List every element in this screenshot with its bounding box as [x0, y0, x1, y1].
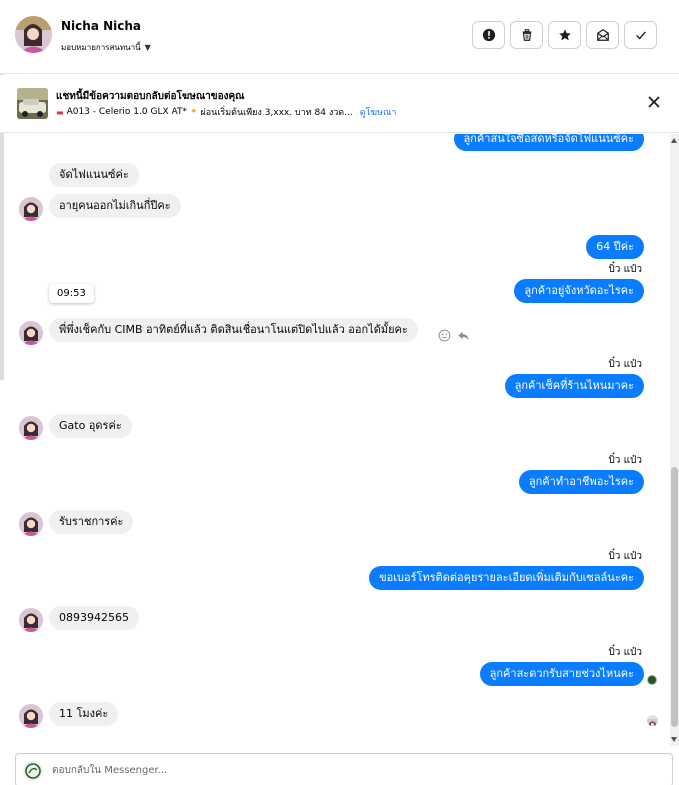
- thread-scrollbar[interactable]: [670, 134, 679, 746]
- caret-down-icon: ▼: [144, 43, 151, 52]
- ad-reply-banner: แชทนี้มีข้อความตอบกลับต่อโฆษณาของคุณ ▬ A…: [0, 75, 679, 133]
- conversation-header: Nicha Nicha มอบหมายการสนทนานี้ ▼: [0, 0, 679, 74]
- done-check-icon: [635, 31, 646, 40]
- report-icon: [482, 28, 495, 42]
- contact-avatar-small: [19, 608, 43, 632]
- page-profile-icon: [23, 761, 43, 781]
- timestamp-tooltip: 09:53: [49, 284, 94, 303]
- assign-label: มอบหมายการสนทนานี้: [61, 43, 141, 52]
- contact-avatar-small: [19, 197, 43, 221]
- scroll-down-arrow-icon[interactable]: [671, 737, 677, 742]
- message-bubble-incoming[interactable]: อายุคนออกไม่เกินกี่ปีคะ: [49, 194, 181, 218]
- contact-avatar-small: [19, 416, 43, 440]
- seen-by-label: บิ๋ว แป๋ว: [608, 455, 642, 466]
- seen-by-label: บิ๋ว แป๋ว: [608, 359, 642, 370]
- message-bubble-incoming[interactable]: 0893942565: [49, 606, 139, 630]
- mark-done-button[interactable]: [624, 21, 657, 49]
- seen-by-label: บิ๋ว แป๋ว: [608, 264, 642, 275]
- message-bubble-outgoing[interactable]: ลูกค้าเช็คที่ร้านไหนมาคะ: [504, 374, 644, 398]
- close-icon[interactable]: [647, 95, 661, 109]
- message-bubble-incoming[interactable]: จัดไฟแนนซ์ค่ะ: [49, 163, 139, 187]
- view-ad-link[interactable]: ดูโฆษณา: [360, 105, 397, 119]
- ad-description-text: A013 - Celerio 1.0 GLX AT*: [66, 107, 187, 117]
- message-bubble-incoming[interactable]: Gato อุดรค่ะ: [49, 414, 132, 438]
- contact-avatar[interactable]: [15, 16, 52, 53]
- seen-by-label: บิ๋ว แป๋ว: [608, 551, 642, 562]
- mark-unread-button[interactable]: [586, 21, 619, 49]
- delivered-status-icon: [647, 675, 657, 685]
- read-receipt-avatar: [647, 715, 658, 726]
- delete-button[interactable]: [510, 21, 543, 49]
- ad-banner-title: แชทนี้มีข้อความตอบกลับต่อโฆษณาของคุณ: [56, 91, 245, 102]
- sparkle-icon: ✦: [189, 107, 198, 117]
- message-hover-actions: [438, 329, 470, 342]
- message-thread[interactable]: ลูกค้าสนใจซื้อสดหรือจัดไฟแนนซ์คะ จัดไฟแน…: [0, 134, 670, 746]
- reply-input[interactable]: [52, 760, 652, 780]
- contact-avatar-small: [19, 321, 43, 345]
- message-bubble-incoming[interactable]: 11 โมงค่ะ: [49, 702, 119, 726]
- message-bubble-incoming[interactable]: พี่พึ่งเช็คกับ CIMB อาทิตย์ที่แล้ว ติดสิ…: [49, 318, 418, 342]
- message-bubble-outgoing[interactable]: ลูกค้าสนใจซื้อสดหรือจัดไฟแนนซ์คะ: [453, 134, 644, 151]
- star-icon: [558, 29, 571, 41]
- mark-unread-icon: [596, 29, 609, 41]
- star-button[interactable]: [548, 21, 581, 49]
- assign-conversation-dropdown[interactable]: มอบหมายการสนทนานี้ ▼: [61, 41, 151, 54]
- ad-description-more: ผ่อนเริ่มต้นเพียง 3,xxx. บาท 84 งวด...: [200, 108, 353, 118]
- message-bubble-outgoing[interactable]: ลูกค้าอยู่จังหวัดอะไรคะ: [514, 279, 644, 303]
- scrollbar-thumb[interactable]: [671, 467, 678, 727]
- contact-avatar-small: [19, 704, 43, 728]
- messenger-conversation-panel: Nicha Nicha มอบหมายการสนทนานี้ ▼ แชทนี้ม…: [0, 0, 679, 785]
- react-emoji-icon[interactable]: [438, 329, 451, 342]
- reply-composer: [15, 753, 673, 785]
- report-button[interactable]: [472, 21, 505, 49]
- message-bubble-outgoing[interactable]: 64 ปีค่ะ: [586, 235, 644, 259]
- reply-arrow-icon[interactable]: [457, 329, 470, 342]
- header-actions: [472, 21, 657, 49]
- ad-thumbnail[interactable]: [17, 88, 48, 119]
- scroll-up-arrow-icon[interactable]: [671, 138, 677, 143]
- message-bubble-outgoing[interactable]: ขอเบอร์โทรติดต่อคุยรายละเอียดเพิ่มเติมกั…: [369, 566, 644, 590]
- message-bubble-incoming[interactable]: รับราชการค่ะ: [49, 510, 134, 534]
- message-bubble-outgoing[interactable]: ลูกค้าทำอาชีพอะไรคะ: [518, 470, 644, 494]
- message-bubble-outgoing[interactable]: ลูกค้าสะดวกรับสายช่วงไหนคะ: [479, 662, 644, 686]
- seen-by-label: บิ๋ว แป๋ว: [608, 647, 642, 658]
- car-icon: ▬: [56, 107, 64, 117]
- contact-avatar-small: [19, 512, 43, 536]
- contact-name[interactable]: Nicha Nicha: [61, 19, 141, 33]
- ad-banner-description: ▬ A013 - Celerio 1.0 GLX AT* ✦ ผ่อนเริ่ม…: [56, 105, 396, 119]
- trash-icon: [522, 29, 531, 41]
